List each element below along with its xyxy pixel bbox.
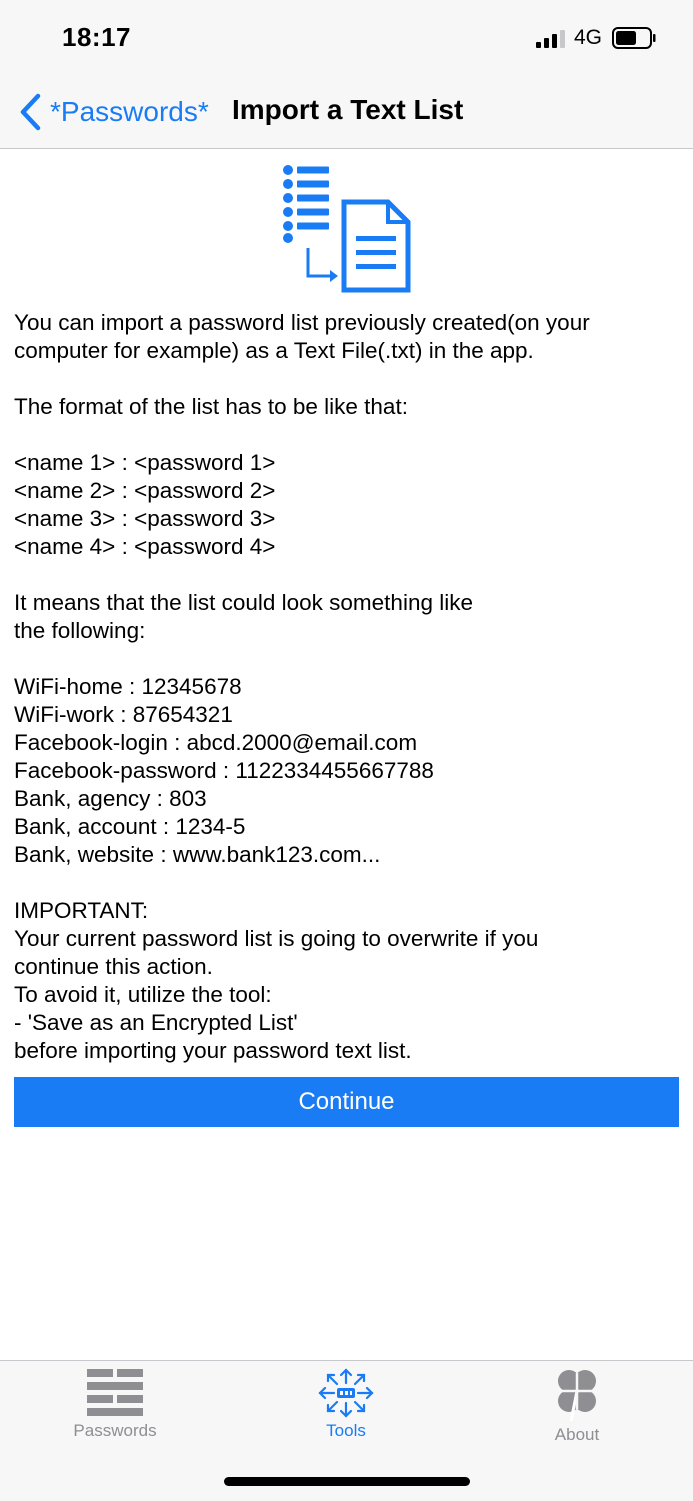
battery-icon — [612, 27, 656, 49]
network-type: 4G — [574, 26, 603, 49]
clover-icon — [558, 1370, 596, 1422]
tab-about[interactable]: About — [477, 1361, 677, 1451]
home-indicator — [224, 1477, 470, 1486]
import-list-icon — [283, 165, 411, 293]
tools-icon — [318, 1368, 374, 1418]
back-button-label: *Passwords* — [50, 96, 209, 127]
chevron-left-icon — [20, 93, 41, 131]
status-bar: 18:17 4G — [0, 0, 693, 78]
page-title: Import a Text List — [232, 94, 464, 125]
tab-passwords[interactable]: Passwords — [15, 1361, 215, 1451]
tab-tools[interactable]: Tools — [246, 1361, 446, 1451]
list-grid-icon — [87, 1369, 143, 1416]
tab-label: Tools — [326, 1421, 366, 1440]
back-button[interactable]: *Passwords* — [18, 92, 209, 132]
signal-icon — [536, 30, 565, 48]
import-instructions: You can import a password list previousl… — [14, 310, 590, 1063]
continue-button[interactable]: Continue — [14, 1077, 679, 1127]
status-time: 18:17 — [62, 22, 131, 52]
tab-label: Passwords — [73, 1421, 157, 1440]
tab-label: About — [554, 1425, 600, 1444]
navigation-bar: *Passwords* Import a Text List — [0, 78, 693, 149]
